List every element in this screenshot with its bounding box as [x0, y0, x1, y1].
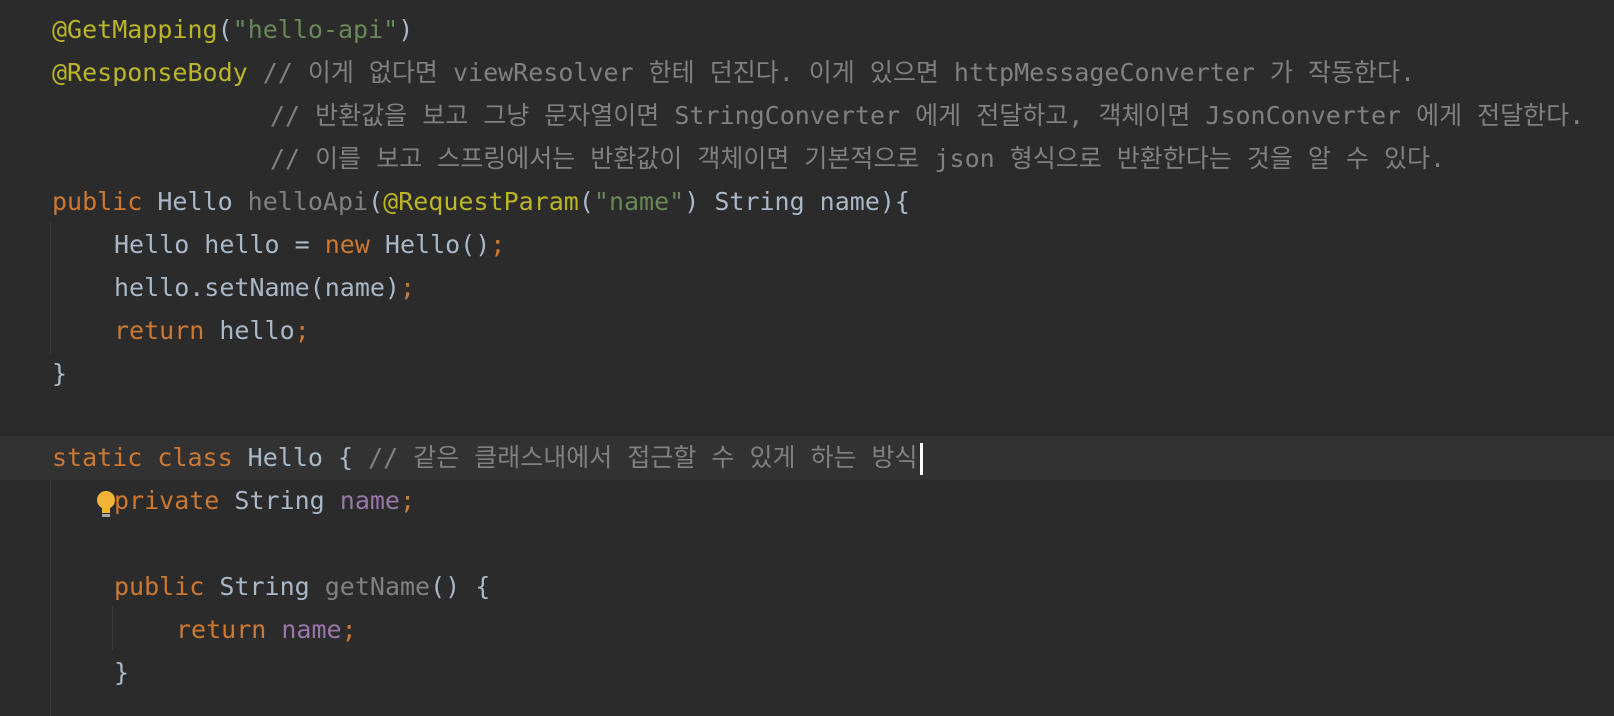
code-content: } [114, 651, 129, 695]
paren-token: ( [578, 187, 594, 216]
annotation-token: @ResponseBody [52, 58, 248, 87]
string-token: "hello-api" [232, 15, 399, 44]
keyword-token: static [52, 443, 143, 472]
semicolon-token: ; [341, 615, 357, 644]
code-content: Hello hello = new Hello(); [114, 223, 505, 267]
code-line[interactable]: return name; [0, 608, 1614, 652]
code-line[interactable]: hello.setName(name); [0, 266, 1614, 310]
code-content: // 이를 보고 스프링에서는 반환값이 객체이면 기본적으로 json 형식으… [270, 137, 1445, 181]
paren-token: ) [684, 187, 700, 216]
code-content: @GetMapping("hello-api") [52, 8, 413, 52]
type-token: Hello [142, 187, 248, 216]
params-token: String name){ [699, 187, 910, 216]
text-caret [919, 443, 923, 475]
comment-token: // 이를 보고 스프링에서는 반환값이 객체이면 기본적으로 json 형식으… [270, 144, 1446, 173]
code-content: private String name; [114, 479, 415, 523]
field-token: name [339, 486, 400, 515]
annotation-token: @RequestParam [383, 187, 579, 216]
lightbulb-icon[interactable] [5, 444, 116, 517]
code-line[interactable]: public Hello helloApi(@RequestParam("nam… [0, 180, 1614, 224]
code-line[interactable]: // 이를 보고 스프링에서는 반환값이 객체이면 기본적으로 json 형식으… [0, 137, 1614, 181]
keyword-token: return [176, 615, 267, 644]
declaration-token: Hello hello = [114, 230, 325, 259]
code-content: // 반환값을 보고 그냥 문자열이면 StringConverter 에게 전… [270, 94, 1584, 138]
current-code-line[interactable]: static class Hello { // 같은 클래스내에서 접근할 수 … [0, 436, 1614, 517]
method-call-token: hello.setName(name) [114, 273, 400, 302]
constructor-token: Hello() [369, 230, 491, 259]
code-content: public Hello helloApi(@RequestParam("nam… [52, 180, 910, 224]
code-line[interactable]: Hello hello = new Hello(); [0, 223, 1614, 267]
type-token: String [219, 486, 340, 515]
comment-token: // 반환값을 보고 그냥 문자열이면 StringConverter 에게 전… [270, 101, 1585, 130]
paren-token: ) [398, 15, 414, 44]
code-content: return hello; [114, 309, 310, 353]
method-name-token: getName [324, 572, 431, 601]
keyword-token: private [114, 486, 220, 515]
code-content: hello.setName(name); [114, 266, 415, 310]
keyword-token: return [114, 316, 205, 345]
method-name-token: helloApi [247, 187, 369, 216]
comment-token: // 같은 클래스내에서 접근할 수 있게 하는 방식 [368, 443, 918, 472]
semicolon-token: ; [490, 230, 506, 259]
keyword-token: public [52, 187, 143, 216]
paren-token: ( [368, 187, 384, 216]
annotation-token: @GetMapping [52, 15, 218, 44]
code-content: public String getName() { [114, 565, 490, 609]
code-line[interactable]: } [0, 352, 1614, 396]
keyword-token: new [324, 230, 370, 259]
field-token: name [281, 615, 342, 644]
code-editor[interactable]: @GetMapping("hello-api") @ResponseBody /… [0, 0, 1614, 716]
code-line[interactable]: return hello; [0, 309, 1614, 353]
semicolon-token: ; [294, 316, 310, 345]
code-line[interactable]: @GetMapping("hello-api") [0, 8, 1614, 52]
code-line[interactable]: } [0, 651, 1614, 695]
identifier-token: hello [204, 316, 295, 345]
class-name-token: Hello { [232, 443, 369, 472]
code-content: return name; [176, 608, 357, 652]
comment-token: // 이게 없다면 viewResolver 한테 던진다. 이게 있으면 ht… [247, 58, 1416, 87]
type-token: String [204, 572, 325, 601]
semicolon-token: ; [399, 273, 416, 302]
code-line[interactable]: public String getName() { [0, 565, 1614, 609]
keyword-token: public [114, 572, 205, 601]
code-content: @ResponseBody // 이게 없다면 viewResolver 한테 … [52, 51, 1415, 95]
keyword-token: class [142, 443, 233, 472]
code-content: } [52, 352, 67, 396]
semicolon-token: ; [400, 486, 416, 515]
code-line[interactable]: // 반환값을 보고 그냥 문자열이면 StringConverter 에게 전… [0, 94, 1614, 138]
brace-token: } [52, 359, 68, 388]
brace-token: } [114, 658, 130, 687]
code-content: static class Hello { // 같은 클래스내에서 접근할 수 … [52, 436, 923, 480]
string-token: "name" [593, 187, 685, 216]
paren-token: ( [217, 15, 233, 44]
code-line[interactable]: @ResponseBody // 이게 없다면 viewResolver 한테 … [0, 51, 1614, 95]
params-token: () { [430, 572, 491, 601]
code-line[interactable]: private String name; [0, 479, 1614, 523]
